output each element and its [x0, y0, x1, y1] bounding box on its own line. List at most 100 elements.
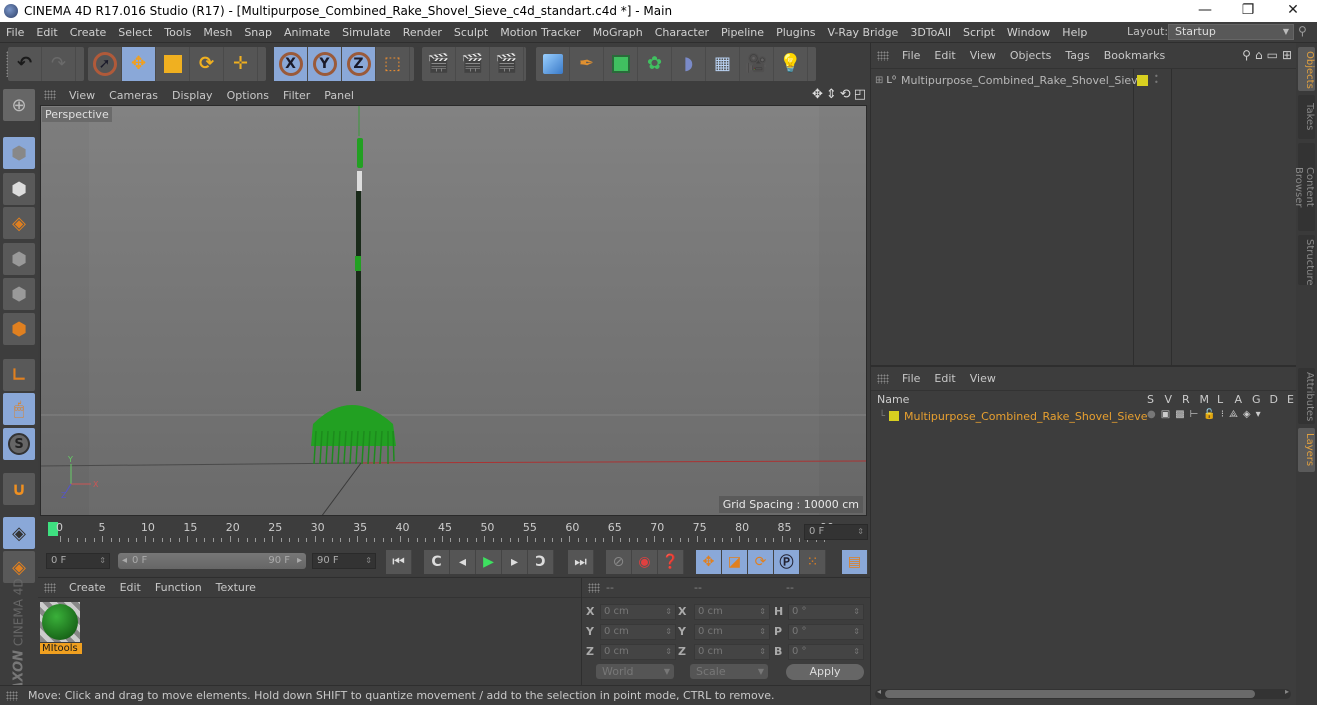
edges-mode-button[interactable]: ⬢ [3, 278, 35, 310]
menu-animate[interactable]: Animate [278, 26, 336, 39]
go-to-end-button[interactable]: ⏭ [568, 550, 594, 574]
side-tab-attributes[interactable]: Attributes [1298, 368, 1315, 424]
side-tab-content-browser[interactable]: Content Browser [1293, 143, 1315, 231]
viewport-menu-options[interactable]: Options [220, 89, 276, 102]
object-menu-edit[interactable]: Edit [927, 49, 962, 62]
layer-column-v[interactable]: V [1165, 393, 1173, 406]
render-view-button[interactable]: 🎬 [422, 47, 456, 81]
scroll-right-icon[interactable]: ▸ [1285, 687, 1289, 696]
panel-grip[interactable] [44, 582, 56, 593]
panel-grip[interactable] [877, 50, 889, 61]
coord-field-rotation-h[interactable]: 0 ° ⇕ [788, 604, 864, 620]
play-button[interactable]: ▶ [476, 550, 502, 574]
material-name[interactable]: MItools [40, 643, 82, 654]
menu-character[interactable]: Character [649, 26, 715, 39]
material-menu-edit[interactable]: Edit [113, 581, 148, 594]
scrollbar-thumb[interactable] [885, 690, 1255, 698]
scale-tool-button[interactable] [156, 47, 190, 81]
layer-column-a[interactable]: A [1235, 393, 1243, 406]
collapse-icon[interactable]: ▭ [1267, 48, 1278, 62]
frame-range-slider[interactable]: ◂ 0 F 90 F ▸ [118, 553, 306, 569]
menu-motion-tracker[interactable]: Motion Tracker [494, 26, 586, 39]
magnet-button[interactable]: ∪ [3, 473, 35, 505]
viewport-menu-cameras[interactable]: Cameras [102, 89, 165, 102]
object-menu-tags[interactable]: Tags [1058, 49, 1096, 62]
dolly-view-icon[interactable]: ⇕ [826, 87, 837, 102]
next-frame-button[interactable]: ▸ [502, 550, 528, 574]
make-editable-button[interactable]: ⊕ [3, 89, 35, 121]
model-mode-button[interactable]: ⬢ [3, 137, 35, 169]
subdivision-surface-button[interactable] [604, 47, 638, 81]
last-tool-button[interactable]: ✛ [224, 47, 258, 81]
spinner-icon[interactable]: ⇕ [665, 645, 672, 659]
timeline-button[interactable]: ▤ [842, 550, 868, 574]
key-scale-button[interactable]: ◪ [722, 550, 748, 574]
manager-icon[interactable]: ⊢ [1190, 409, 1199, 420]
key-parameter-button[interactable]: Ⓟ [774, 550, 800, 574]
y-axis-button[interactable]: Y [308, 47, 342, 81]
coord-field-size-z[interactable]: 0 cm ⇕ [694, 644, 770, 660]
current-frame-field[interactable]: 0 F ⇕ [804, 524, 868, 540]
layer-menu-edit[interactable]: Edit [927, 372, 962, 385]
viewport-menu-view[interactable]: View [62, 89, 102, 102]
generator-icon[interactable]: ⟁ [1229, 409, 1238, 420]
coordinate-system-button[interactable]: ⬚ [376, 47, 410, 81]
menu-3dtoall[interactable]: 3DToAll [904, 26, 957, 39]
render-picture-viewer-button[interactable]: 🎬 [456, 47, 490, 81]
object-menu-view[interactable]: View [963, 49, 1003, 62]
animation-icon[interactable]: ⁝ [1221, 409, 1224, 420]
key-position-button[interactable]: ✥ [696, 550, 722, 574]
search-icon[interactable]: ⚲ [1298, 24, 1307, 38]
maximize-view-icon[interactable]: ◰ [854, 87, 866, 102]
side-tab-takes[interactable]: Takes [1298, 95, 1315, 139]
expand-icon[interactable]: ⊞ [875, 75, 883, 86]
object-menu-objects[interactable]: Objects [1003, 49, 1059, 62]
autokey-help-button[interactable]: ❓ [658, 550, 684, 574]
spinner-icon[interactable]: ⇕ [759, 645, 766, 659]
menu-tools[interactable]: Tools [158, 26, 197, 39]
menu-script[interactable]: Script [957, 26, 1001, 39]
menu-sculpt[interactable]: Sculpt [448, 26, 494, 39]
layer-color-swatch[interactable] [889, 411, 900, 421]
record-button[interactable]: ◉ [632, 550, 658, 574]
camera-button[interactable]: 🎥 [740, 47, 774, 81]
menu-render[interactable]: Render [397, 26, 448, 39]
new-window-icon[interactable]: ⊞ [1282, 48, 1292, 62]
layer-column-s[interactable]: S [1147, 393, 1154, 406]
coord-field-position-z[interactable]: 0 cm ⇕ [600, 644, 676, 660]
move-tool-button[interactable]: ✥ [122, 47, 156, 81]
material-menu-function[interactable]: Function [148, 581, 209, 594]
spinner-icon[interactable]: ⇕ [99, 554, 106, 568]
panel-grip[interactable] [44, 90, 56, 100]
layer-name[interactable]: Multipurpose_Combined_Rake_Shovel_Sieve [904, 410, 1147, 423]
layer-column-e[interactable]: E [1287, 393, 1294, 406]
object-menu-file[interactable]: File [895, 49, 927, 62]
pen-spline-button[interactable]: ✒ [570, 47, 604, 81]
previous-frame-button[interactable]: ◂ [450, 550, 476, 574]
snap-button[interactable]: S [3, 428, 35, 460]
spinner-icon[interactable]: ⇕ [759, 625, 766, 639]
menu-simulate[interactable]: Simulate [336, 26, 397, 39]
coord-field-position-y[interactable]: 0 cm ⇕ [600, 624, 676, 640]
menu-file[interactable]: File [0, 26, 30, 39]
floor-button[interactable]: ▦ [706, 47, 740, 81]
end-frame-field[interactable]: 90 F ⇕ [312, 553, 376, 569]
search-icon[interactable]: ⚲ [1242, 48, 1251, 62]
locked-workplane-button[interactable]: ◈ [3, 517, 35, 549]
material-item[interactable]: MItools [40, 602, 84, 658]
layer-column-r[interactable]: R [1182, 393, 1190, 406]
side-tab-objects[interactable]: Objects [1298, 47, 1315, 91]
material-menu-texture[interactable]: Texture [209, 581, 263, 594]
panel-grip[interactable] [588, 583, 600, 593]
x-axis-button[interactable]: X [274, 47, 308, 81]
axis-mode-button[interactable]: ∟ [3, 359, 35, 391]
view-icon[interactable]: ▣ [1161, 409, 1170, 420]
timeline-ruler[interactable]: 051015202530354045505560657075808590 0 F… [38, 516, 870, 548]
rotate-tool-button[interactable]: ⟳ [190, 47, 224, 81]
side-tab-layers[interactable]: Layers [1298, 428, 1315, 472]
points-mode-button[interactable]: ⬢ [3, 243, 35, 275]
viewport-menu-filter[interactable]: Filter [276, 89, 317, 102]
start-frame-field[interactable]: 0 F ⇕ [46, 553, 110, 569]
scroll-left-icon[interactable]: ◂ [877, 687, 881, 696]
deformer-button[interactable]: ◗ [672, 47, 706, 81]
